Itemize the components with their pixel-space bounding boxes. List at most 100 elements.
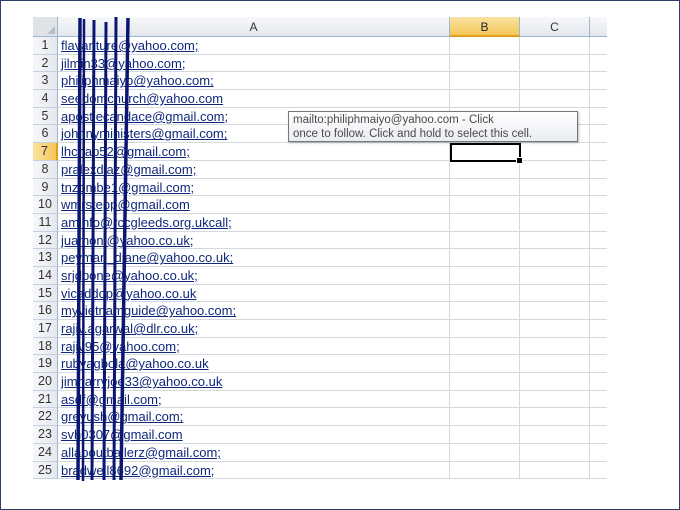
cell-d[interactable] [590, 161, 607, 179]
email-hyperlink[interactable]: bradwell8692@gmail.com; [61, 462, 214, 480]
cell-c[interactable] [520, 231, 590, 250]
cell-a[interactable]: jimharryjoe33@yahoo.co.uk [58, 373, 450, 391]
row-header[interactable]: 9 [33, 178, 58, 197]
cell-a[interactable]: philiphmaiyo@yahoo.com; [58, 72, 450, 91]
row-header[interactable]: 19 [33, 355, 58, 374]
cell-c[interactable] [520, 337, 590, 356]
column-header-a[interactable]: A [58, 17, 450, 37]
cell-b[interactable] [450, 373, 520, 391]
email-hyperlink[interactable]: srjdbone@yahoo.co.uk; [61, 267, 198, 285]
cell-c[interactable] [520, 196, 590, 214]
cell-a[interactable]: aminfo@rccgleeds.org.ukcall; [58, 213, 450, 232]
cell-a[interactable]: rajiv.agarwal@dlr.co.uk; [58, 320, 450, 338]
cell-a[interactable]: vicaddop@yahoo.co.uk [58, 284, 450, 303]
cell-c[interactable] [520, 355, 590, 374]
cell-d[interactable] [590, 391, 607, 409]
cell-a[interactable]: greyush@gmail.com; [58, 408, 450, 427]
cell-a[interactable]: rajiv95@yahoo.com; [58, 337, 450, 356]
cell-a[interactable]: juamoni@yahoo.co.uk; [58, 231, 450, 250]
cell-b[interactable] [450, 408, 520, 427]
row-header[interactable]: 15 [33, 284, 58, 303]
cell-b[interactable] [450, 337, 520, 356]
cell-d[interactable] [590, 373, 607, 391]
cell-c[interactable] [520, 443, 590, 462]
cell-c[interactable] [520, 390, 590, 409]
row-header[interactable]: 11 [33, 213, 58, 232]
cell-d[interactable] [590, 338, 607, 356]
cell-b[interactable] [450, 231, 520, 250]
email-hyperlink[interactable]: myvietnamguide@yahoo.com; [61, 302, 236, 320]
cell-b[interactable] [450, 266, 520, 285]
cell-c[interactable] [520, 54, 590, 73]
cell-d[interactable] [590, 444, 607, 462]
cell-b[interactable] [450, 90, 520, 108]
cell-b[interactable] [450, 37, 520, 55]
cell-a[interactable]: srjdbone@yahoo.co.uk; [58, 266, 450, 285]
cell-b[interactable] [450, 390, 520, 409]
cell-d[interactable] [590, 90, 607, 108]
cell-d[interactable] [590, 55, 607, 73]
cell-c[interactable] [520, 320, 590, 338]
row-header[interactable]: 23 [33, 426, 58, 444]
email-hyperlink[interactable]: jimharryjoe33@yahoo.co.uk [61, 373, 222, 391]
cell-a[interactable]: lhchap52@gmail.com; [58, 143, 450, 161]
cell-d[interactable] [590, 355, 607, 374]
cell-a[interactable]: asdf@gmail.com; [58, 390, 450, 409]
email-hyperlink[interactable]: greyush@gmail.com; [61, 408, 183, 426]
row-header[interactable]: 25 [33, 461, 58, 480]
cell-a[interactable]: tnzombe1@gmail.com; [58, 178, 450, 197]
row-header[interactable]: 20 [33, 373, 58, 391]
cell-d[interactable] [590, 72, 607, 91]
column-header-c[interactable]: C [520, 17, 590, 37]
email-hyperlink[interactable]: allaboutballerz@gmail.com; [61, 444, 221, 462]
cell-c[interactable] [520, 72, 590, 91]
cell-c[interactable] [520, 90, 590, 108]
email-hyperlink[interactable]: jilmin33@yahoo.com; [61, 55, 185, 73]
row-header[interactable]: 6 [33, 125, 58, 144]
cell-d[interactable] [590, 285, 607, 303]
cell-d[interactable] [590, 267, 607, 285]
cell-b[interactable] [450, 196, 520, 214]
row-header[interactable]: 1 [33, 37, 58, 55]
cell-a[interactable]: svh0307@gmail.com [58, 426, 450, 444]
cell-d[interactable] [590, 179, 607, 197]
cell-a[interactable]: bradwell8692@gmail.com; [58, 461, 450, 480]
row-header[interactable]: 16 [33, 302, 58, 320]
cell-d[interactable] [590, 196, 607, 214]
cell-b[interactable] [450, 178, 520, 197]
cell-a[interactable]: pralexdiaz@gmail.com; [58, 160, 450, 179]
email-hyperlink[interactable]: rubyagbola@yahoo.co.uk [61, 355, 209, 373]
row-header[interactable]: 22 [33, 408, 58, 427]
email-hyperlink[interactable]: seedomchurch@yahoo.com [61, 90, 223, 108]
cell-a[interactable]: myvietnamguide@yahoo.com; [58, 302, 450, 320]
cell-d[interactable] [590, 214, 607, 232]
cell-b[interactable] [450, 160, 520, 179]
cell-c[interactable] [520, 249, 590, 267]
cell-d[interactable] [590, 249, 607, 267]
column-header-d[interactable] [590, 17, 607, 37]
cell-d[interactable] [590, 108, 607, 126]
cell-d[interactable] [590, 302, 607, 320]
cell-c[interactable] [520, 461, 590, 480]
row-header[interactable]: 7 [33, 143, 58, 161]
email-hyperlink[interactable]: svh0307@gmail.com [61, 426, 183, 444]
row-header[interactable]: 18 [33, 337, 58, 356]
cell-d[interactable] [590, 125, 607, 144]
row-header[interactable]: 21 [33, 390, 58, 409]
cell-b[interactable] [450, 54, 520, 73]
cell-b[interactable] [450, 355, 520, 374]
email-hyperlink[interactable]: aminfo@rccgleeds.org.ukcall; [61, 214, 232, 232]
row-header[interactable]: 13 [33, 249, 58, 267]
row-header[interactable]: 4 [33, 90, 58, 108]
row-header[interactable]: 24 [33, 443, 58, 462]
cell-b[interactable] [450, 302, 520, 320]
row-header[interactable]: 2 [33, 54, 58, 73]
cell-c[interactable] [520, 426, 590, 444]
cell-b[interactable] [450, 249, 520, 267]
cell-c[interactable] [520, 302, 590, 320]
cell-b[interactable] [450, 213, 520, 232]
cell-b[interactable] [450, 72, 520, 91]
cell-a[interactable]: flavanture@yahoo.com; [58, 37, 450, 55]
cell-b[interactable] [450, 461, 520, 480]
email-hyperlink[interactable]: pralexdiaz@gmail.com; [61, 161, 196, 179]
